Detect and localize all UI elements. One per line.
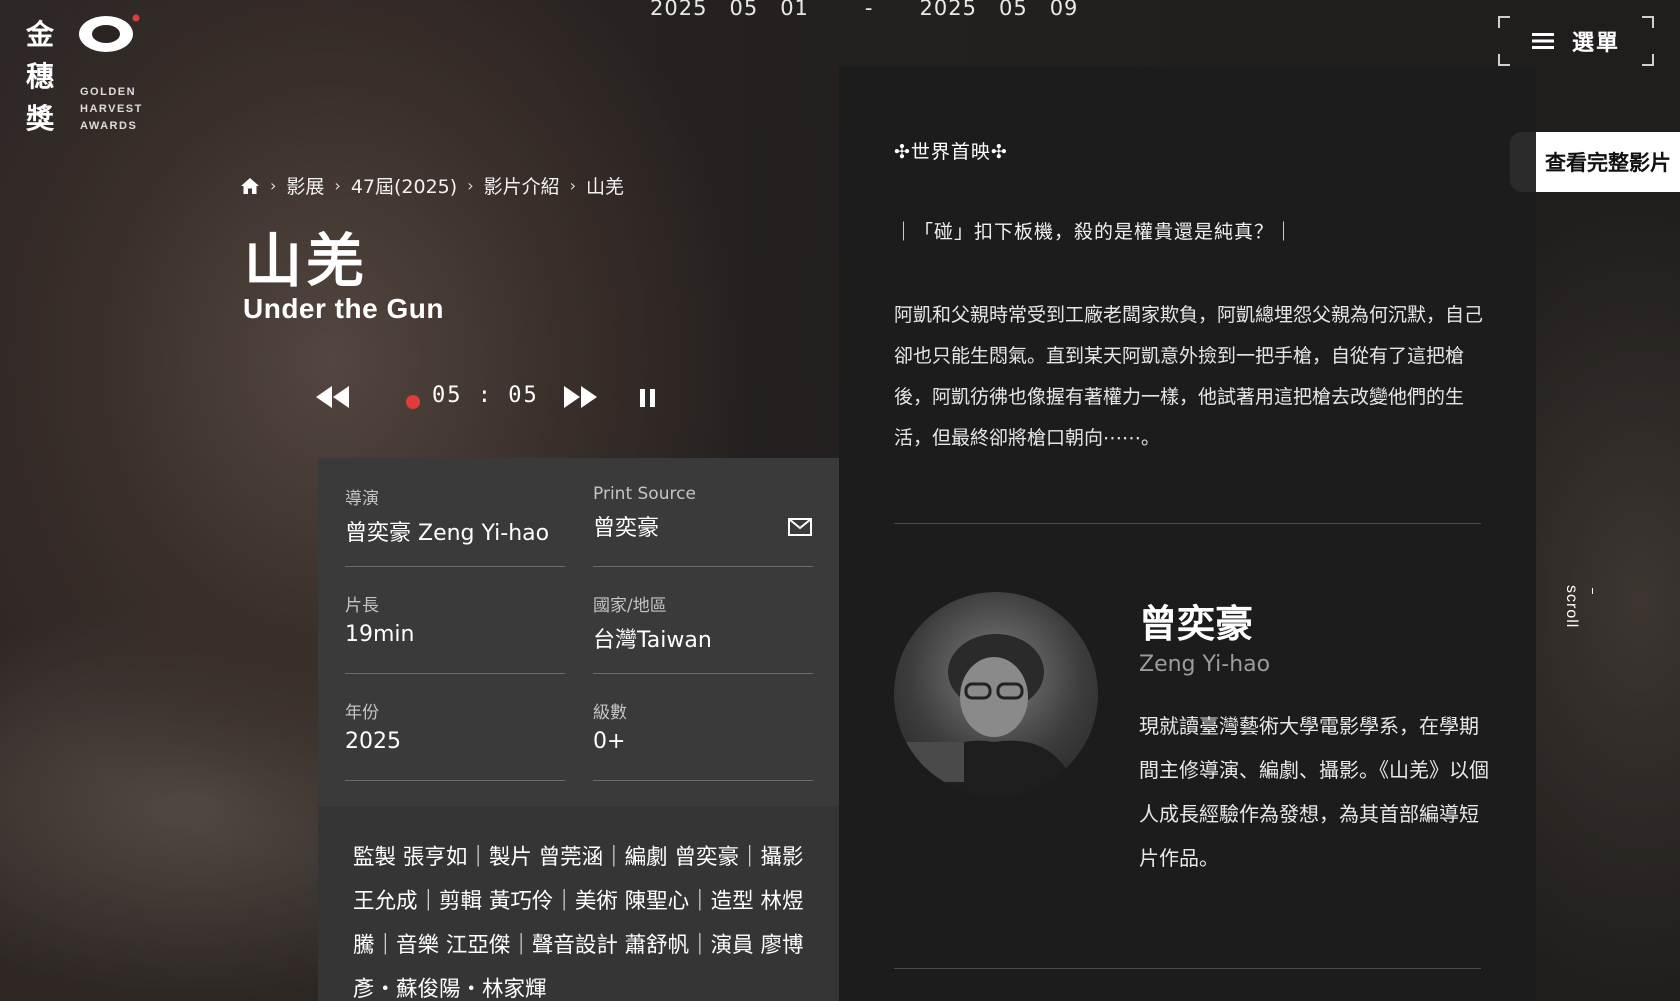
director-portrait-icon <box>904 634 1079 796</box>
logo-en-text: GOLDEN HARVEST AWARDS <box>80 84 143 135</box>
chevron-right-icon: › <box>569 176 577 195</box>
golden-harvest-logo[interactable]: 金穗獎 GOLDEN HARVEST AWARDS <box>22 14 152 135</box>
pause-icon[interactable] <box>640 389 656 407</box>
home-icon[interactable] <box>240 177 260 195</box>
corner-bracket <box>1498 16 1510 28</box>
chevron-right-icon: › <box>334 176 341 195</box>
mail-icon[interactable] <box>788 518 812 536</box>
menu-label: 選單 <box>1571 31 1620 56</box>
length-field: 片長 19min <box>345 591 565 674</box>
eye-logo-icon <box>79 14 140 52</box>
year-value: 2025 <box>345 729 401 754</box>
corner-bracket <box>1642 16 1654 28</box>
director-name-en: Zeng Yi-hao <box>1139 652 1271 677</box>
country-label: 國家/地區 <box>593 596 667 616</box>
rewind-icon[interactable] <box>316 386 350 408</box>
breadcrumb-item[interactable]: 47屆(2025) <box>351 172 457 199</box>
end-day: 09 <box>1049 0 1079 20</box>
length-label: 片長 <box>345 596 379 616</box>
film-title-cn: 山羌 <box>244 227 369 295</box>
field-divider <box>345 673 565 674</box>
corner-bracket <box>1642 54 1654 66</box>
country-value: 台灣Taiwan <box>593 628 712 653</box>
film-tagline: ｜「碰」扣下板機，殺的是權貴還是純真？｜ <box>894 221 1295 243</box>
field-divider <box>593 673 813 674</box>
start-month: 05 <box>729 0 759 20</box>
country-field: 國家/地區 台灣Taiwan <box>593 591 813 674</box>
hamburger-icon <box>1531 33 1554 49</box>
year-field: 年份 2025 <box>345 698 565 781</box>
print-source-label: Print Source <box>593 484 696 504</box>
breadcrumb: › 影展 › 47屆(2025) › 影片介紹 › 山羌 <box>240 172 624 199</box>
film-synopsis: 阿凱和父親時常受到工廠老闆家欺負，阿凱總埋怨父親為何沉默，自己卻也只能生悶氣。直… <box>894 304 1484 449</box>
section-divider <box>894 523 1481 524</box>
rating-field: 級數 0+ <box>593 698 813 781</box>
chevron-right-icon: › <box>467 176 474 195</box>
logo-en-line: HARVEST <box>80 103 143 115</box>
year-label: 年份 <box>345 703 379 723</box>
logo-en-line: AWARDS <box>80 120 138 132</box>
premiere-badge: ✣世界首映✣ <box>894 141 1008 163</box>
breadcrumb-current: 山羌 <box>586 176 625 198</box>
start-year: 2025 <box>650 0 708 20</box>
field-divider <box>593 566 813 567</box>
director-avatar <box>894 592 1098 796</box>
credits-text: 監製 張亨如｜製片 曾莞涵｜編劇 曾奕豪｜攝影 王允成｜剪輯 黃巧伶｜美術 陳聖… <box>353 845 804 1001</box>
timer: 05 : 05 <box>432 383 539 408</box>
synopsis-panel: ✣世界首映✣ ｜「碰」扣下板機，殺的是權貴還是純真？｜ 阿凱和父親時常受到工廠老… <box>839 67 1536 1001</box>
rating-value: 0+ <box>593 729 626 754</box>
recording-dot-icon <box>406 395 420 409</box>
length-value: 19min <box>345 622 415 647</box>
film-title-en: Under the Gun <box>243 293 444 324</box>
film-info-panel: 導演 曾奕豪 Zeng Yi-hao Print Source 曾奕豪 片長 1… <box>318 458 839 806</box>
end-month: 05 <box>998 0 1028 20</box>
date-separator: - <box>864 0 874 20</box>
view-full-film-button[interactable]: 查看完整影片 <box>1536 132 1680 192</box>
field-divider <box>345 566 565 567</box>
corner-bracket <box>1498 54 1510 66</box>
print-source-field: Print Source 曾奕豪 <box>593 484 813 567</box>
rating-label: 級數 <box>593 703 627 723</box>
director-label: 導演 <box>345 489 379 509</box>
breadcrumb-item[interactable]: 影片介紹 <box>484 172 560 199</box>
scroll-tick <box>1592 588 1593 594</box>
print-source-value: 曾奕豪 <box>593 516 660 541</box>
section-divider <box>894 968 1481 969</box>
director-name-cn: 曾奕豪 <box>1139 602 1254 646</box>
start-day: 01 <box>780 0 809 20</box>
field-divider <box>345 780 565 781</box>
credits-panel: 監製 張亨如｜製片 曾莞涵｜編劇 曾奕豪｜攝影 王允成｜剪輯 黃巧伶｜美術 陳聖… <box>318 806 839 1001</box>
fast-forward-icon[interactable] <box>564 386 598 408</box>
breadcrumb-item[interactable]: 影展 <box>286 172 324 199</box>
logo-cjk-text: 金穗獎 <box>25 18 54 135</box>
logo-en-line: GOLDEN <box>80 86 137 98</box>
countdown-player: 05 : 05 <box>316 378 666 418</box>
chevron-right-icon: › <box>270 176 277 195</box>
festival-dates: 2025 05 01 - 2025 05 09 <box>650 0 1078 20</box>
scroll-hint: scroll <box>1563 585 1580 629</box>
menu-button[interactable]: 選單 <box>1498 16 1654 66</box>
director-bio: 現就讀臺灣藝術大學電影學系，在學期間主修導演、編劇、攝影。《山羌》以個人成長經驗… <box>1139 714 1489 870</box>
director-value: 曾奕豪 Zeng Yi-hao <box>345 521 550 546</box>
director-field: 導演 曾奕豪 Zeng Yi-hao <box>345 484 565 567</box>
end-year: 2025 <box>919 0 977 20</box>
field-divider <box>593 780 813 781</box>
